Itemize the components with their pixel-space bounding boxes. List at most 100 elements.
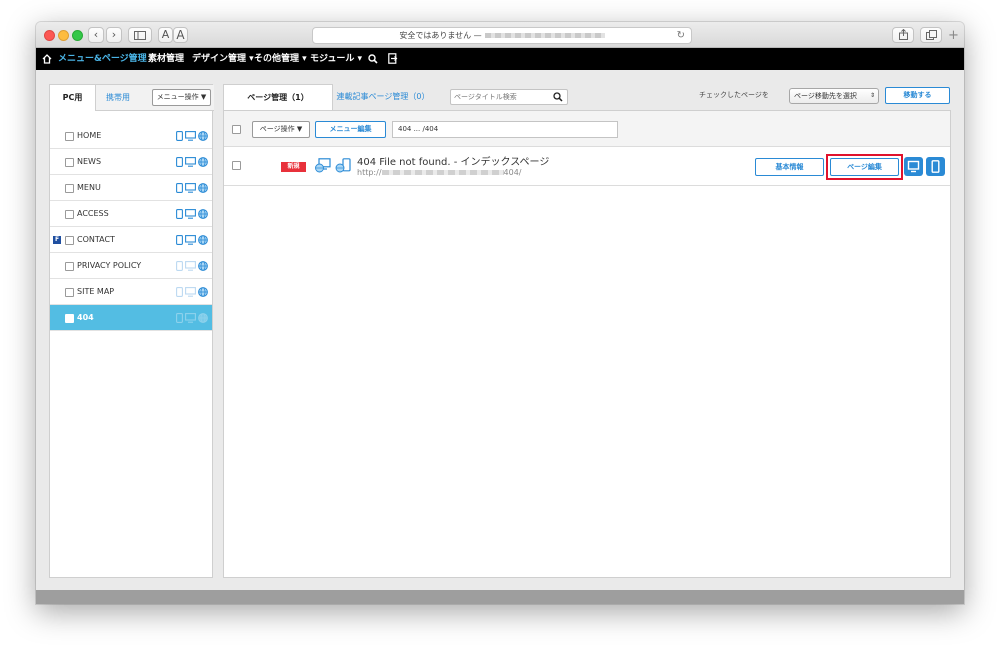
list-item-site-map[interactable]: SITE MAP xyxy=(50,279,212,305)
tab-series-page-management[interactable]: 連載記事ページ管理（0） xyxy=(333,84,433,110)
select-all-checkbox[interactable] xyxy=(232,125,241,134)
mobile-icon xyxy=(176,157,183,167)
list-item-label: MENU xyxy=(77,183,101,192)
form-badge: F xyxy=(53,236,61,244)
checkbox[interactable] xyxy=(65,184,74,193)
globe-icon xyxy=(198,235,208,245)
nav-module[interactable]: モジュール ▾ xyxy=(310,48,362,70)
view-mobile-button[interactable] xyxy=(926,157,945,176)
tabs-button[interactable] xyxy=(920,27,942,43)
basic-info-button[interactable]: 基本情報 xyxy=(755,158,824,176)
tabs-icon xyxy=(925,30,937,40)
mobile-icon xyxy=(931,160,940,173)
globe-icon xyxy=(198,131,208,141)
globe-icon xyxy=(198,313,208,323)
pc-page-icon xyxy=(315,158,331,173)
page-list-panel: ページ操作 ▼ メニュー編集 404 ... /404 新規 404 File … xyxy=(223,110,951,578)
page-edit-button[interactable]: ページ編集 xyxy=(830,158,899,176)
nav-other-management[interactable]: その他管理 ▾ xyxy=(254,48,307,70)
list-item-404[interactable]: 404 xyxy=(50,305,212,331)
reload-icon[interactable]: ↻ xyxy=(677,28,685,43)
back-button[interactable]: ‹ xyxy=(88,27,104,43)
list-item-label: SITE MAP xyxy=(77,287,115,296)
list-item-privacy-policy[interactable]: PRIVACY POLICY xyxy=(50,253,212,279)
sidebar-icon xyxy=(134,31,146,40)
page-title-search xyxy=(450,89,568,105)
list-item-label: ACCESS xyxy=(77,209,109,218)
move-button[interactable]: 移動する xyxy=(885,87,950,104)
list-item-menu[interactable]: MENU xyxy=(50,175,212,201)
page-operation-dropdown[interactable]: ページ操作 ▼ xyxy=(252,121,310,138)
checkbox[interactable] xyxy=(65,314,74,323)
list-item-label: NEWS xyxy=(77,157,102,166)
checkbox[interactable] xyxy=(65,262,74,271)
nav-menu-page-management[interactable]: メニュー&ページ管理 xyxy=(58,48,147,70)
tab-mobile[interactable]: 携帯用 xyxy=(96,85,140,111)
font-larger-button[interactable]: A xyxy=(173,27,188,43)
chevron-left-icon: ‹ xyxy=(93,28,99,41)
tab-page-management[interactable]: ページ管理（1） xyxy=(223,84,333,110)
globe-icon xyxy=(198,287,208,297)
new-tab-icon[interactable]: + xyxy=(948,28,959,43)
view-pc-button[interactable] xyxy=(904,157,923,176)
checkbox[interactable] xyxy=(65,236,74,245)
page-list: HOME NEWS MENU ACCESS F CONTACT PRIVACY … xyxy=(50,123,212,331)
nav-design-management[interactable]: デザイン管理 ▾ xyxy=(192,48,254,70)
status-bar xyxy=(36,590,964,604)
menu-operation-dropdown[interactable]: メニュー操作 ▼ xyxy=(152,89,211,106)
address-bar[interactable]: 安全ではありません — ↻ xyxy=(312,27,692,44)
address-text: 安全ではありません — xyxy=(399,31,482,40)
share-button[interactable] xyxy=(892,27,914,43)
sidebar-toggle-button[interactable] xyxy=(128,27,152,43)
pc-icon xyxy=(907,160,920,173)
device-icons xyxy=(174,235,208,245)
list-item-access[interactable]: ACCESS xyxy=(50,201,212,227)
tab-pc[interactable]: PC用 xyxy=(50,85,96,111)
pc-icon xyxy=(185,287,196,297)
checked-pages-label: チェックしたページを xyxy=(699,91,769,99)
nav-material-management[interactable]: 素材管理 xyxy=(148,48,184,70)
list-item-contact[interactable]: F CONTACT xyxy=(50,227,212,253)
mobile-icon xyxy=(176,235,183,245)
search-icon[interactable] xyxy=(553,92,563,102)
new-badge: 新規 xyxy=(281,162,306,172)
list-item-home[interactable]: HOME xyxy=(50,123,212,149)
move-destination-value: ページ移動先を選択 xyxy=(794,92,857,100)
zoom-window-button[interactable] xyxy=(72,30,83,41)
checkbox[interactable] xyxy=(65,158,74,167)
menu-edit-button[interactable]: メニュー編集 xyxy=(315,121,386,138)
device-icons xyxy=(174,131,208,141)
forward-button[interactable]: › xyxy=(106,27,122,43)
checkbox[interactable] xyxy=(65,288,74,297)
row-checkbox[interactable] xyxy=(232,161,241,170)
pc-icon xyxy=(185,157,196,167)
globe-icon xyxy=(198,209,208,219)
home-icon[interactable] xyxy=(42,54,52,64)
pc-icon xyxy=(185,235,196,245)
checkbox[interactable] xyxy=(65,210,74,219)
redacted-url xyxy=(381,170,504,175)
list-item-news[interactable]: NEWS xyxy=(50,149,212,175)
search-icon[interactable] xyxy=(368,54,378,64)
page-url-prefix: http:// xyxy=(357,168,382,177)
list-item-label: 404 xyxy=(77,313,94,322)
redacted-url xyxy=(484,33,605,38)
font-smaller-button[interactable]: A xyxy=(158,27,173,43)
menu-panel: PC用 携帯用 メニュー操作 ▼ HOME NEWS MENU ACCESS F… xyxy=(49,84,214,578)
checkbox[interactable] xyxy=(65,132,74,141)
logout-icon[interactable] xyxy=(388,53,398,64)
move-destination-select[interactable]: ページ移動先を選択 ⇕ xyxy=(789,88,879,104)
page-title[interactable]: 404 File not found. - インデックスページ xyxy=(357,153,549,168)
table-row: 新規 404 File not found. - インデックスページ http:… xyxy=(224,147,950,186)
minimize-window-button[interactable] xyxy=(58,30,69,41)
pc-icon xyxy=(185,183,196,193)
page-url: http:// 404/ xyxy=(357,168,521,177)
browser-toolbar: ‹ › A A 安全ではありません — ↻ + xyxy=(36,22,964,48)
device-icons xyxy=(174,157,208,167)
mobile-icon xyxy=(176,287,183,297)
device-icons xyxy=(174,313,208,323)
close-window-button[interactable] xyxy=(44,30,55,41)
mobile-icon xyxy=(176,183,183,193)
mobile-page-icon xyxy=(335,158,351,173)
search-input[interactable] xyxy=(454,91,550,103)
